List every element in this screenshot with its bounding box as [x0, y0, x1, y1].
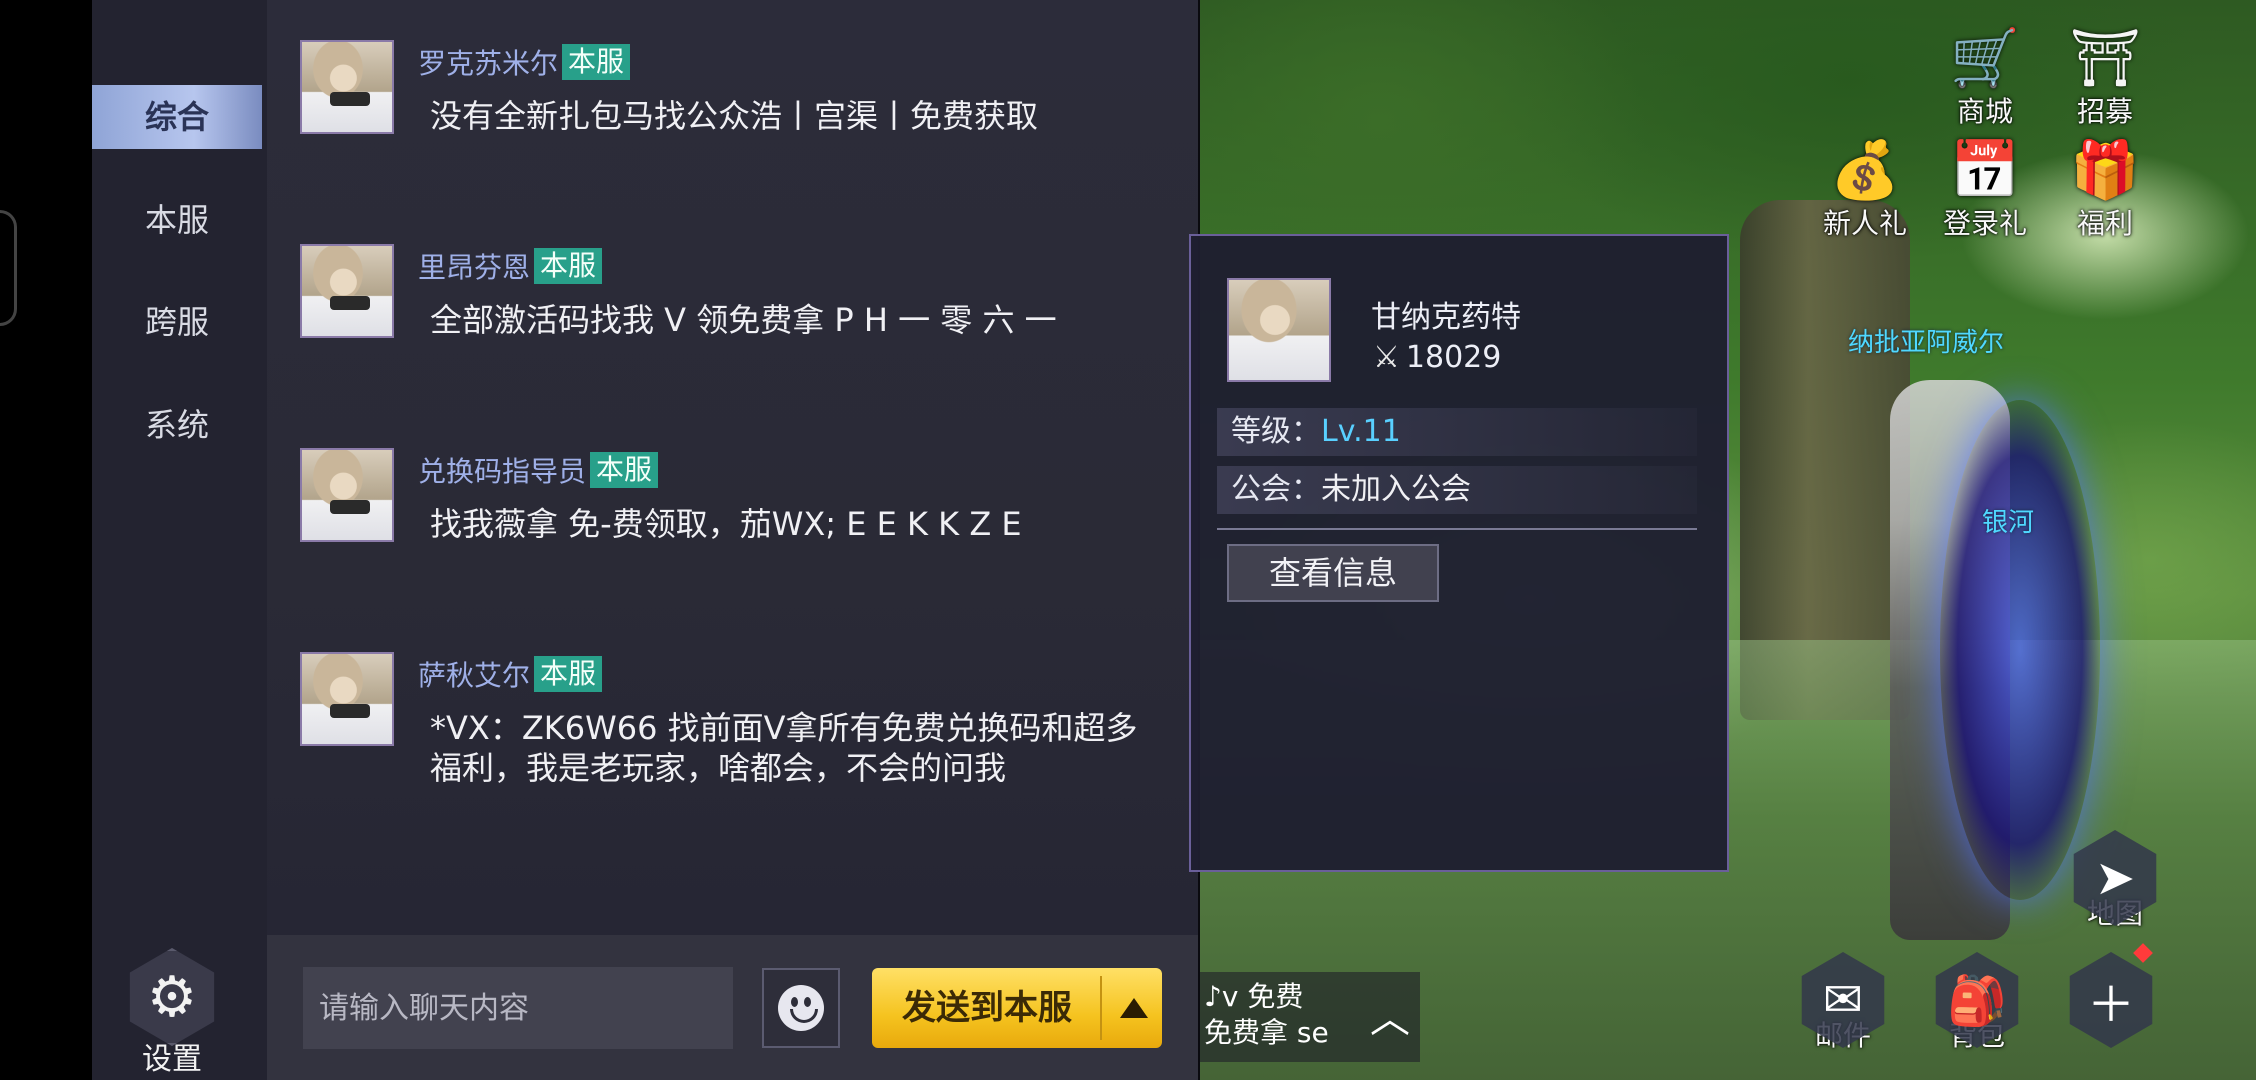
bag-button[interactable]: 🎒 背包 — [1922, 952, 2032, 1054]
gift-box-icon: 🎁 — [2070, 138, 2140, 203]
mini-chat-line-1: ♪v 免费 — [1204, 980, 1304, 1013]
server-tag-badge: 本服 — [590, 452, 659, 488]
smiley-icon — [778, 985, 824, 1031]
tab-general[interactable]: 综合 — [92, 85, 262, 149]
welfare-button[interactable]: 🎁 福利 — [2050, 140, 2160, 242]
info-divider — [1217, 528, 1697, 530]
send-button-divider — [1100, 976, 1102, 1040]
plus-icon: ＋ — [2069, 952, 2153, 1048]
sender-name[interactable]: 萨秋艾尔 — [418, 654, 530, 694]
tab-server[interactable]: 本服 — [92, 188, 262, 252]
recruit-label: 招募 — [2076, 95, 2133, 128]
map-button[interactable]: ➤ 地图 — [2060, 830, 2170, 932]
level-label: 等级： — [1231, 414, 1321, 449]
server-tag-badge: 本服 — [562, 44, 631, 80]
sender-name-row: 罗克苏米尔 本服 — [418, 42, 631, 82]
npc-name-label[interactable]: 纳批亚阿威尔 — [1848, 322, 2004, 359]
shop-label: 商城 — [1956, 95, 2013, 128]
guild-value: 未加入公会 — [1321, 472, 1471, 507]
sender-name-row: 里昂芬恩 本服 — [418, 246, 603, 286]
calendar-check-icon: 📅 — [1950, 138, 2020, 203]
mail-button[interactable]: ✉ 邮件 — [1788, 952, 1898, 1054]
player-info-popup: 甘纳克药特 ⚔ 18029 等级：Lv.11 公会：未加入公会 查看信息 — [1189, 234, 1729, 872]
login-gift-label: 登录礼 — [1942, 207, 2027, 240]
message-text: 没有全新扎包马找公众浩丨宫渠丨免费获取 — [430, 97, 1039, 135]
view-info-button[interactable]: 查看信息 — [1227, 544, 1439, 602]
screen-edge — [0, 0, 92, 1080]
message-text: 全部激活码找我 V 领免费拿 P H 一 零 六 一 — [430, 301, 1057, 339]
player-name-label: 银河 — [1982, 508, 2035, 538]
sender-name-row: 兑换码指导员 本服 — [418, 450, 659, 490]
guild-label: 公会： — [1231, 472, 1321, 507]
login-gift-button[interactable]: 📅 登录礼 — [1930, 140, 2040, 242]
combat-power-value: 18029 — [1405, 340, 1502, 375]
sender-name[interactable]: 里昂芬恩 — [418, 246, 530, 286]
gear-icon: ⚙ — [129, 948, 215, 1046]
message-text: 找我薇拿 免-费领取，茄WX; E E K K Z E — [430, 505, 1022, 543]
message-text: *VX：ZK6W66 找前面V拿所有免费兑换码和超多福利，我是老玩家，啥都会，不… — [430, 709, 1138, 787]
newbie-gift-button[interactable]: 💰 新人礼 — [1810, 140, 1920, 242]
tab-system[interactable]: 系统 — [92, 393, 262, 457]
emoji-button[interactable] — [762, 968, 840, 1048]
send-to-server-button[interactable]: 发送到本服 — [872, 968, 1162, 1048]
shopping-cart-icon: 🛒 — [1950, 26, 2020, 91]
sender-name[interactable]: 罗克苏米尔 — [418, 42, 558, 82]
sender-name[interactable]: 兑换码指导员 — [418, 450, 586, 490]
welfare-label: 福利 — [2076, 207, 2133, 240]
level-value: Lv.11 — [1321, 414, 1401, 449]
expand-menu-button[interactable]: ＋ — [2056, 943, 2166, 1048]
recruit-banner-icon: ⛩ — [2069, 26, 2141, 91]
server-tag-badge: 本服 — [534, 656, 603, 692]
sender-name-row: 萨秋艾尔 本服 — [418, 654, 603, 694]
edge-handle — [0, 210, 17, 326]
settings-label: 设置 — [142, 1042, 202, 1077]
server-tag-badge: 本服 — [534, 248, 603, 284]
channel-select-arrow-icon[interactable] — [1120, 998, 1148, 1018]
newbie-gift-label: 新人礼 — [1822, 207, 1907, 240]
chat-channel-tabs — [92, 0, 268, 1080]
money-bag-icon: 💰 — [1830, 138, 1900, 203]
chevron-up-icon[interactable]: ︿ — [1360, 980, 1420, 1050]
tab-cross-server[interactable]: 跨服 — [92, 290, 262, 354]
shop-button[interactable]: 🛒 商城 — [1930, 28, 2040, 130]
sender-avatar[interactable] — [300, 40, 394, 134]
send-button-label: 发送到本服 — [902, 988, 1072, 1028]
combat-power: ⚔ 18029 — [1373, 340, 1501, 375]
chat-message-list[interactable] — [267, 0, 1198, 935]
sender-avatar[interactable] — [300, 244, 394, 338]
guild-row: 公会：未加入公会 — [1217, 466, 1697, 514]
crossed-swords-icon: ⚔ — [1373, 340, 1400, 375]
player-avatar — [1227, 278, 1331, 382]
blue-vortex-effect — [1940, 400, 2100, 900]
recruit-button[interactable]: ⛩ 招募 — [2050, 28, 2160, 130]
settings-button[interactable]: ⚙ 设置 — [122, 948, 222, 1077]
sender-avatar[interactable] — [300, 448, 394, 542]
sender-avatar[interactable] — [300, 652, 394, 746]
player-name: 甘纳克药特 — [1371, 300, 1521, 335]
mini-chat-line-2: 免费拿 se — [1204, 1016, 1329, 1049]
chat-input[interactable] — [303, 967, 733, 1049]
level-row: 等级：Lv.11 — [1217, 408, 1697, 456]
